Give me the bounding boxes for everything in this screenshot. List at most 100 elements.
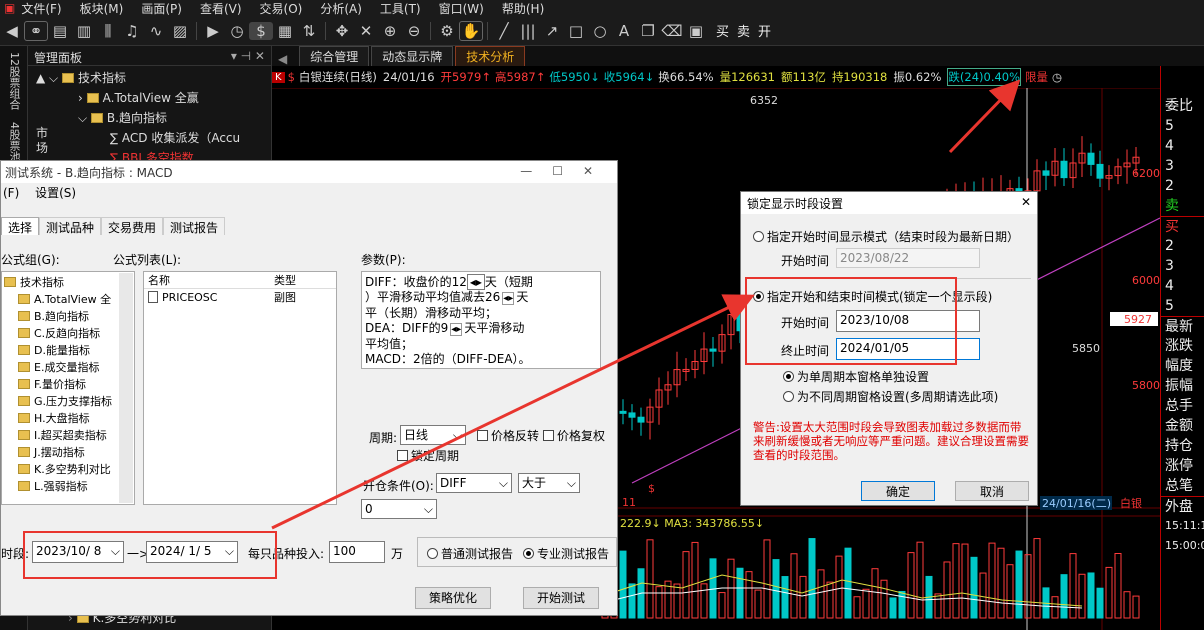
hand-icon[interactable]: ✋ (459, 20, 483, 41)
col-name[interactable]: 名称 (144, 272, 274, 288)
ray-icon[interactable]: ↗ (540, 22, 564, 40)
close-icon[interactable]: ✕ (1021, 195, 1031, 209)
buy-button[interactable]: 买 (716, 21, 729, 40)
group-item[interactable]: 技术指标 (4, 274, 134, 291)
zoom-out-icon[interactable]: ⊖ (402, 22, 426, 40)
circle-icon[interactable]: ○ (588, 22, 612, 40)
compare-select[interactable]: 大于 ⌵ (518, 473, 580, 493)
zoom-icon[interactable]: ▥ (72, 22, 96, 40)
price-invert-checkbox[interactable]: 价格反转 (477, 427, 539, 444)
invest-input[interactable]: 100 (329, 541, 385, 563)
bars-icon[interactable]: ||| (516, 22, 540, 40)
grid-icon[interactable]: ▦ (273, 22, 297, 40)
toolbar: ◀ ⚭ ▤ ▥ ⫼ ♫ ∿ ▨ ▶ ◷ $ ▦ ⇅ ✥ ✕ ⊕ ⊖ ⚙ ✋ ╱ … (0, 16, 1204, 46)
single-pane-radio[interactable]: 为单周期本窗格单独设置 (783, 368, 929, 385)
formula-row[interactable]: PRICEOSC 副图 (144, 289, 336, 306)
open-cond-select[interactable]: DIFF ⌵ (436, 473, 512, 493)
link-icon[interactable]: ⚭ (24, 20, 48, 41)
tab-test-report[interactable]: 测试报告 (163, 217, 226, 235)
back-icon[interactable]: ◀ (0, 22, 24, 40)
clock-icon[interactable]: ◷ (225, 22, 249, 40)
k-icon[interactable]: K (272, 71, 285, 83)
lock-period-dialog: 锁定显示时段设置 ✕ 指定开始时间显示模式（结束时段为最新日期） 开始时间 202… (740, 191, 1038, 506)
tree-item[interactable]: ⌵ B.趋向指标 (28, 108, 271, 128)
group-item[interactable]: G.压力支撑指标 (4, 393, 134, 410)
sort-icon[interactable]: ⇅ (297, 22, 321, 40)
tab-overview[interactable]: 综合管理 (299, 46, 370, 66)
delete-icon[interactable]: ⌫ (660, 22, 684, 40)
sell-button[interactable]: 卖 (737, 21, 750, 40)
tab-technical-analysis[interactable]: 技术分析 (455, 46, 526, 66)
tree-item[interactable]: ∑ ACD 收集派发（Accu (28, 128, 271, 148)
multi-pane-radio[interactable]: 为不同周期窗格设置(多周期请选此项) (783, 388, 998, 405)
col-type[interactable]: 类型 (274, 272, 296, 288)
menu-file[interactable]: (F) (3, 186, 19, 200)
menu-settings[interactable]: 设置(S) (35, 186, 76, 200)
menu-analysis[interactable]: 分析(A) (320, 0, 362, 16)
pro-report-radio[interactable]: 专业测试报告 (523, 545, 609, 562)
threshold-select[interactable]: 0 ⌵ (361, 499, 437, 519)
open-button[interactable]: 开 (758, 21, 771, 40)
tree-item[interactable]: › A.TotalView 全赢 (28, 88, 271, 108)
group-item[interactable]: L.强弱指标 (4, 478, 134, 495)
group-item[interactable]: D.能量指标 (4, 342, 134, 359)
zoom-in-icon[interactable]: ⊕ (378, 22, 402, 40)
gear-icon[interactable]: ⚙ (435, 22, 459, 40)
group-item[interactable]: B.趋向指标 (4, 308, 134, 325)
line-icon[interactable]: ╱ (492, 22, 516, 40)
group-item[interactable]: H.大盘指标 (4, 410, 134, 427)
menu-window[interactable]: 窗口(W) (439, 0, 484, 16)
menu-help[interactable]: 帮助(H) (502, 0, 544, 16)
normal-report-radio[interactable]: 普通测试报告 (427, 545, 513, 562)
text-icon[interactable]: A (612, 22, 636, 40)
cancel-button[interactable]: 取消 (955, 481, 1029, 501)
menu-tools[interactable]: 工具(T) (380, 0, 421, 16)
tab-test-products[interactable]: 测试品种 (39, 217, 102, 235)
clock-icon[interactable]: ◷ (1052, 70, 1062, 84)
candle-icon[interactable]: ⫼ (96, 22, 120, 40)
tab-select[interactable]: 选择 (1, 217, 40, 235)
tab-stock-group[interactable]: 12股票组合 (0, 46, 28, 116)
cross-icon[interactable]: ✕ (354, 22, 378, 40)
formula-group-tree[interactable]: 技术指标 A.TotalView 全 B.趋向指标 C.反趋向指标 D.能量指标… (1, 271, 135, 505)
group-scrollbar[interactable] (119, 273, 133, 503)
tab-trade-fees[interactable]: 交易费用 (101, 217, 164, 235)
rect-icon[interactable]: □ (564, 22, 588, 40)
param-box[interactable]: DIFF：收盘价的12 ◂▸ 天（短期 ）平滑移动平均值减去26 ◂▸ 天 平（长期）滑… (361, 271, 601, 369)
group-item[interactable]: J.摆动指标 (4, 444, 134, 461)
period-select[interactable]: 日线 ⌵ (400, 425, 466, 445)
menu-view[interactable]: 查看(V) (200, 0, 242, 16)
dialog-title: 锁定显示时段设置 ✕ (741, 192, 1037, 214)
start-test-button[interactable]: 开始测试 (523, 587, 599, 609)
dollar-icon[interactable]: $ (249, 21, 273, 40)
group-item[interactable]: E.成交量指标 (4, 359, 134, 376)
dollar-icon: $ (287, 70, 295, 84)
copy-icon[interactable]: ❐ (636, 22, 660, 40)
tab-dynamic-board[interactable]: 动态显示牌 (371, 46, 454, 66)
pulse-icon[interactable]: ∿ (144, 22, 168, 40)
save-icon[interactable]: ▣ (684, 22, 708, 40)
lock-period-checkbox[interactable]: 锁定周期 (397, 447, 459, 464)
start-time1-input[interactable]: 2023/08/22 (836, 248, 980, 268)
group-item[interactable]: C.反趋向指标 (4, 325, 134, 342)
tree-item[interactable]: ▲ ⌵ 技术指标 (28, 68, 271, 88)
menu-trade[interactable]: 交易(O) (260, 0, 303, 16)
axis-dollar-marker: $ (648, 482, 655, 495)
group-item[interactable]: K.多空势利对比 (4, 461, 134, 478)
bell-icon[interactable]: ♫ (120, 22, 144, 40)
price-restore-checkbox[interactable]: 价格复权 (543, 427, 605, 444)
optimize-button[interactable]: 策略优化 (415, 587, 491, 609)
group-item[interactable]: F.量价指标 (4, 376, 134, 393)
chart-icon[interactable]: ▤ (48, 22, 72, 40)
group-item[interactable]: I.超买超卖指标 (4, 427, 134, 444)
menu-screen[interactable]: 画面(P) (141, 0, 182, 16)
menu-sector[interactable]: 板块(M) (80, 0, 124, 16)
play-icon[interactable]: ▶ (201, 22, 225, 40)
mode1-radio[interactable]: 指定开始时间显示模式（结束时段为最新日期） (753, 228, 1019, 245)
ok-button[interactable]: 确定 (861, 481, 935, 501)
capture-icon[interactable]: ▨ (168, 22, 192, 40)
menu-file[interactable]: 文件(F) (21, 0, 61, 16)
move-icon[interactable]: ✥ (330, 22, 354, 40)
group-item[interactable]: A.TotalView 全 (4, 291, 134, 308)
formula-list[interactable]: 名称 类型 PRICEOSC副图MTM副图MACD副图MA主图叠加Formula… (143, 271, 337, 505)
